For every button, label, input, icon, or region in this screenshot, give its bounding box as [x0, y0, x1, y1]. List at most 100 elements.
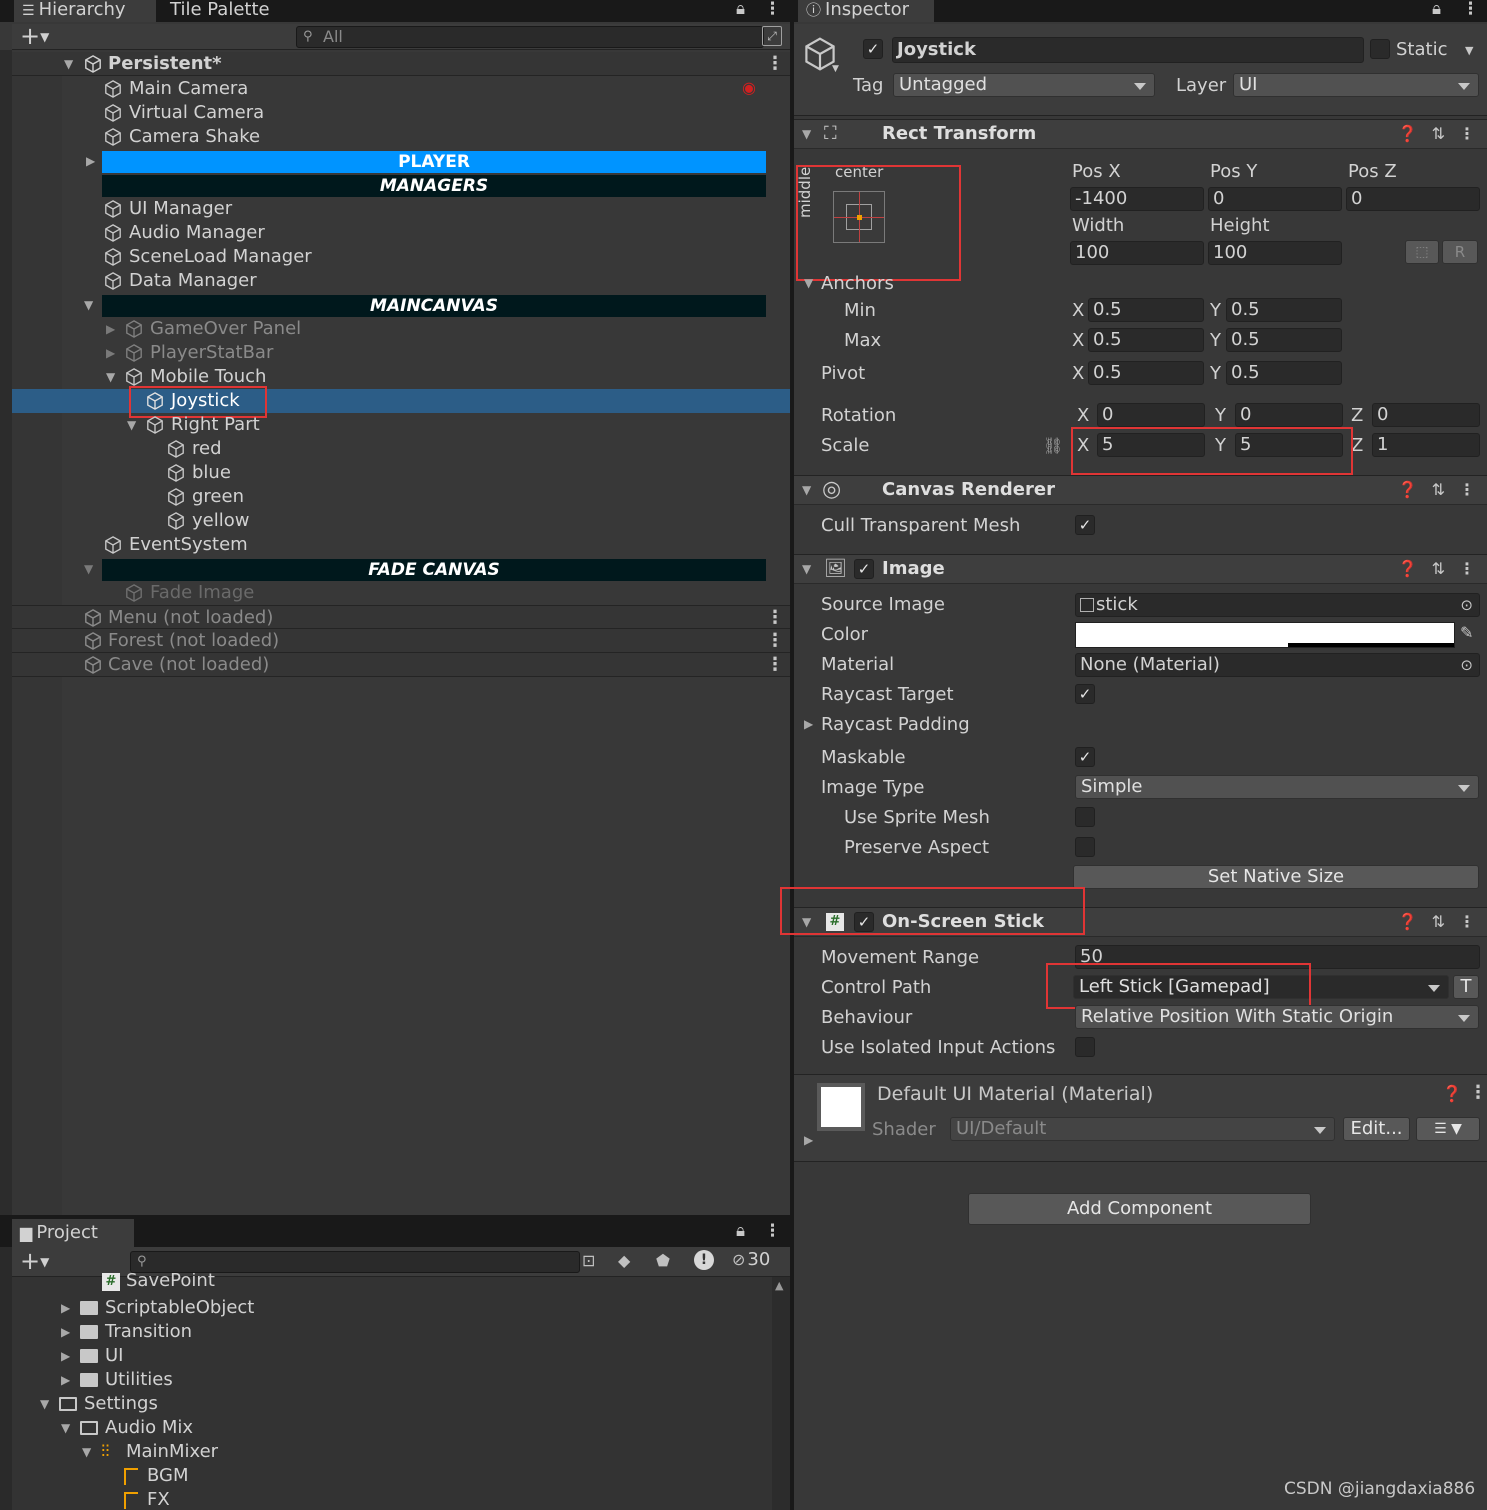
expand-arrow-icon[interactable]: ▼ — [64, 52, 73, 76]
max-y-field[interactable]: 0.5 — [1226, 328, 1342, 352]
hidden-packages-icon[interactable]: ⊘ 30 — [732, 1249, 770, 1270]
preset-icon[interactable]: ⇅ — [1432, 480, 1445, 499]
width-field[interactable]: 100 — [1070, 241, 1204, 265]
expand-arrow-icon[interactable]: ▶ — [106, 317, 115, 341]
expand-arrow-icon[interactable]: ▶ — [804, 1128, 813, 1152]
scene-row-menu[interactable]: Menu (not loaded) ⋮ — [12, 605, 790, 629]
component-menu-icon[interactable]: ⋮ — [1459, 912, 1475, 931]
help-icon[interactable]: ❓ — [1398, 480, 1418, 499]
material-field[interactable]: None (Material) ⊙ — [1075, 653, 1480, 677]
component-menu-icon[interactable]: ⋮ — [1459, 480, 1475, 499]
tag-dropdown[interactable]: Untagged — [893, 73, 1155, 97]
filter-by-label-icon[interactable]: ⬟ — [656, 1251, 670, 1270]
hierarchy-row-eventsystem[interactable]: EventSystem — [12, 533, 790, 557]
tab-inspector[interactable]: ⓘ Inspector — [798, 0, 934, 22]
max-x-field[interactable]: 0.5 — [1088, 328, 1204, 352]
add-icon[interactable]: +▼ — [20, 1249, 49, 1274]
preserve-aspect-checkbox[interactable] — [1075, 837, 1095, 857]
component-menu-icon[interactable]: ⋮ — [1459, 124, 1475, 143]
maincanvas-banner[interactable]: MAINCANVAS — [102, 295, 766, 317]
help-icon[interactable]: ❓ — [1398, 912, 1418, 931]
hierarchy-row-blue[interactable]: blue — [12, 461, 790, 485]
help-icon[interactable]: ❓ — [1442, 1084, 1462, 1103]
search-by-type-icon[interactable]: ⊡ — [582, 1251, 595, 1270]
collapse-arrow-icon[interactable]: ▼ — [61, 1416, 70, 1440]
hierarchy-row-main-camera[interactable]: Main Camera ◉ — [12, 77, 790, 101]
posz-field[interactable]: 0 — [1346, 187, 1480, 211]
collapse-arrow-icon[interactable]: ▼ — [127, 413, 136, 437]
project-item-scriptableobject[interactable]: ▶ ScriptableObject — [12, 1296, 790, 1320]
rotation-z-field[interactable]: 0 — [1372, 403, 1480, 427]
height-field[interactable]: 100 — [1208, 241, 1342, 265]
project-item-audio-mix[interactable]: ▼ Audio Mix — [12, 1416, 790, 1440]
image-header[interactable]: ▼ 🖼︎ ✓ Image ❓ ⇅ ⋮ — [794, 554, 1487, 584]
project-item-transition[interactable]: ▶ Transition — [12, 1320, 790, 1344]
project-item-bgm[interactable]: BGM — [12, 1464, 790, 1488]
collapse-arrow-icon[interactable]: ▼ — [802, 478, 811, 502]
pivot-y-field[interactable]: 0.5 — [1226, 361, 1342, 385]
expand-arrow-icon[interactable]: ▶ — [106, 341, 115, 365]
fade-canvas-banner[interactable]: FADE CANVAS — [102, 559, 766, 581]
scene-visibility-icon[interactable]: ⤢ — [762, 26, 782, 46]
preset-icon[interactable]: ⇅ — [1432, 124, 1445, 143]
use-sprite-mesh-checkbox[interactable] — [1075, 807, 1095, 827]
tab-project[interactable]: ▆ Project — [12, 1219, 134, 1247]
help-icon[interactable]: ❓ — [1398, 124, 1418, 143]
object-name-input[interactable]: Joystick — [892, 37, 1364, 63]
min-y-field[interactable]: 0.5 — [1226, 298, 1342, 322]
control-path-text-mode-button[interactable]: T — [1453, 975, 1479, 999]
help-icon[interactable]: ❓ — [1398, 559, 1418, 578]
component-menu-icon[interactable]: ⋮ — [1469, 1082, 1487, 1103]
color-field[interactable] — [1075, 622, 1455, 648]
shader-options-dropdown[interactable]: ☰ ▼ — [1416, 1117, 1480, 1141]
rect-transform-header[interactable]: ▼ ⛶ Rect Transform ❓ ⇅ ⋮ — [794, 119, 1487, 149]
set-native-size-button[interactable]: Set Native Size — [1073, 865, 1479, 889]
kebab-menu-icon[interactable]: ⋮ — [1462, 0, 1479, 20]
collapse-arrow-icon[interactable]: ▼ — [804, 271, 813, 295]
component-menu-icon[interactable]: ⋮ — [1459, 559, 1475, 578]
scene-menu-icon[interactable]: ⋮ — [766, 629, 784, 653]
kebab-menu-icon[interactable]: ⋮ — [764, 1220, 781, 1242]
posx-field[interactable]: -1400 — [1070, 187, 1204, 211]
image-enabled-checkbox[interactable]: ✓ — [854, 559, 874, 579]
collapse-arrow-icon[interactable]: ▼ — [802, 122, 811, 146]
warning-icon[interactable]: ! — [694, 1250, 714, 1270]
layer-dropdown[interactable]: UI — [1233, 73, 1479, 97]
lock-icon[interactable]: 🔒︎ — [736, 0, 745, 20]
static-dropdown-arrow-icon[interactable]: ▼ — [1465, 44, 1473, 57]
add-icon[interactable]: +▼ — [20, 24, 49, 49]
canvas-renderer-header[interactable]: ▼ ◎ Canvas Renderer ❓ ⇅ ⋮ — [794, 475, 1487, 505]
scale-z-field[interactable]: 1 — [1372, 433, 1480, 457]
hierarchy-row-playerstatbar[interactable]: ▶ PlayerStatBar — [12, 341, 790, 365]
posy-field[interactable]: 0 — [1208, 187, 1342, 211]
eyedropper-icon[interactable]: ✎ — [1460, 623, 1473, 642]
collapse-arrow-icon[interactable]: ▼ — [82, 1440, 91, 1464]
expand-arrow-icon[interactable]: ▶ — [61, 1344, 70, 1368]
expand-arrow-icon[interactable]: ▶ — [61, 1320, 70, 1344]
project-item-utilities[interactable]: ▶ Utilities — [12, 1368, 790, 1392]
project-item-savepoint[interactable]: # SavePoint — [12, 1273, 790, 1293]
tab-tile-palette[interactable]: Tile Palette — [162, 0, 302, 22]
kebab-menu-icon[interactable]: ⋮ — [764, 0, 781, 20]
managers-banner[interactable]: MANAGERS — [102, 175, 766, 197]
hierarchy-row-red[interactable]: red — [12, 437, 790, 461]
image-type-dropdown[interactable]: Simple — [1075, 775, 1479, 799]
hierarchy-row-camera-shake[interactable]: Camera Shake — [12, 125, 790, 149]
raw-edit-button[interactable]: R — [1442, 240, 1478, 264]
collapse-arrow-icon[interactable]: ▼ — [84, 557, 93, 581]
behaviour-dropdown[interactable]: Relative Position With Static Origin — [1075, 1005, 1479, 1029]
active-checkbox[interactable]: ✓ — [863, 39, 883, 59]
raycast-target-checkbox[interactable]: ✓ — [1075, 684, 1095, 704]
icon-dropdown-arrow-icon[interactable]: ▼ — [832, 64, 839, 74]
object-picker-icon[interactable]: ⊙ — [1460, 594, 1473, 616]
filter-by-type-icon[interactable]: ◆ — [618, 1251, 630, 1270]
hierarchy-row-virtual-camera[interactable]: Virtual Camera — [12, 101, 790, 125]
hierarchy-row-ui-manager[interactable]: UI Manager — [12, 197, 790, 221]
rotation-x-field[interactable]: 0 — [1097, 403, 1205, 427]
shader-dropdown[interactable]: UI/Default — [950, 1117, 1335, 1141]
hierarchy-search-input[interactable]: ⚲ All — [296, 26, 764, 48]
source-image-field[interactable]: stick ⊙ — [1075, 593, 1480, 617]
hierarchy-row-right-part[interactable]: ▼ Right Part — [12, 413, 790, 437]
project-item-settings[interactable]: ▼ Settings — [12, 1392, 790, 1416]
hierarchy-row-green[interactable]: green — [12, 485, 790, 509]
